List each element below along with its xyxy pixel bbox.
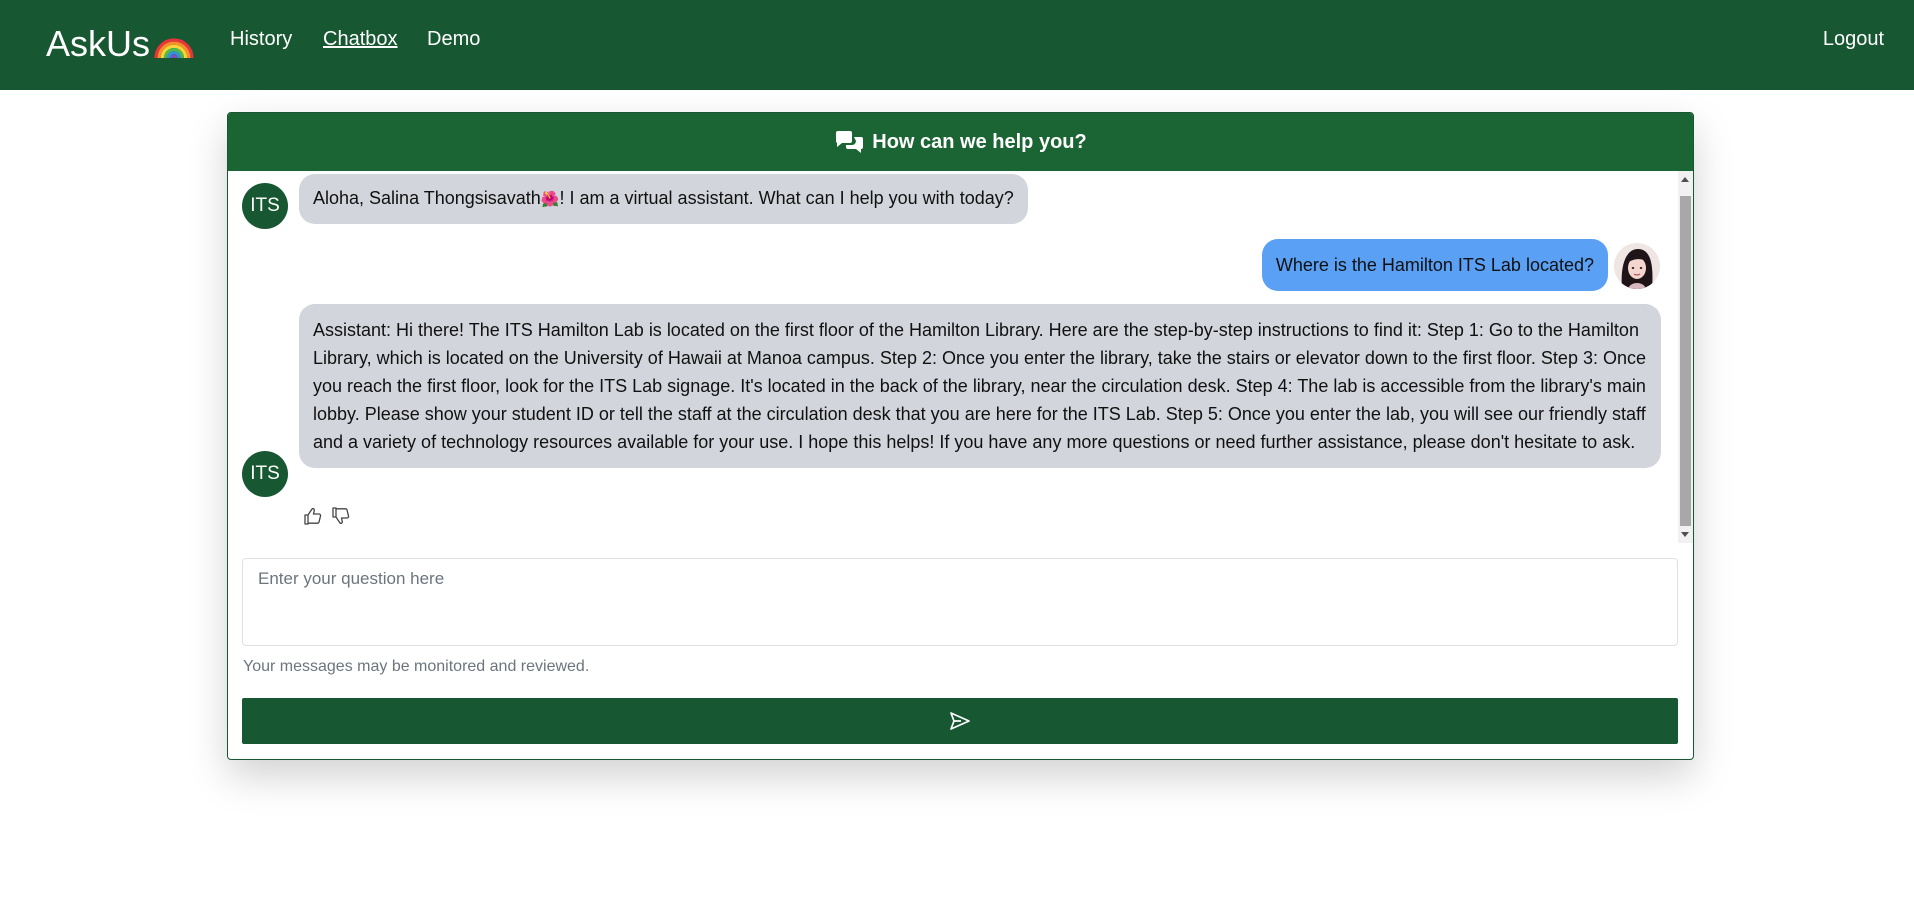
- top-navbar: AskUs History Chatbox Demo Logout: [0, 0, 1914, 90]
- message-text: Assistant: Hi there! The ITS Hamilton La…: [313, 320, 1646, 452]
- send-icon: [950, 712, 970, 730]
- user-avatar: [1614, 243, 1660, 289]
- chat-card: How can we help you? ITS Aloha, Salina T…: [227, 112, 1694, 760]
- message-feedback: [303, 506, 351, 526]
- chat-header: How can we help you?: [228, 113, 1693, 171]
- send-button[interactable]: [242, 698, 1678, 744]
- message-text: Where is the Hamilton ITS Lab located?: [1275, 255, 1594, 275]
- rainbow-icon: [154, 38, 194, 59]
- message-list[interactable]: ITS Aloha, Salina Thongsisavath🌺! I am a…: [228, 171, 1693, 543]
- user-photo-image: [1614, 243, 1660, 289]
- brand-logo[interactable]: AskUs: [46, 20, 194, 68]
- scroll-down-arrow-icon[interactable]: [1681, 532, 1689, 537]
- nav-link-demo[interactable]: Demo: [427, 28, 480, 51]
- chat-header-title: How can we help you?: [872, 130, 1087, 153]
- bot-avatar-label: ITS: [250, 195, 280, 216]
- logout-link[interactable]: Logout: [1823, 28, 1884, 51]
- monitoring-disclaimer: Your messages may be monitored and revie…: [243, 658, 590, 675]
- scrollbar-thumb[interactable]: [1680, 196, 1691, 526]
- bot-avatar: ITS: [242, 451, 288, 497]
- bot-avatar-label: ITS: [250, 463, 280, 484]
- hibiscus-emoji: 🌺: [540, 191, 560, 208]
- thumbs-up-icon[interactable]: [303, 506, 323, 526]
- brand-name: AskUs: [46, 23, 151, 64]
- nav-link-history[interactable]: History: [230, 28, 292, 51]
- bot-avatar: ITS: [242, 183, 288, 229]
- message-text: ! I am a virtual assistant. What can I h…: [559, 188, 1014, 208]
- scroll-up-arrow-icon[interactable]: [1681, 177, 1689, 182]
- message-text: Aloha, Salina Thongsisavath: [313, 188, 541, 208]
- nav-link-chatbox[interactable]: Chatbox: [323, 28, 398, 51]
- chat-scrollbar[interactable]: [1678, 171, 1693, 543]
- question-input[interactable]: [242, 558, 1678, 646]
- user-message: Where is the Hamilton ITS Lab located?: [1261, 239, 1608, 291]
- thumbs-down-icon[interactable]: [331, 506, 351, 526]
- assistant-message: Aloha, Salina Thongsisavath🌺! I am a vir…: [299, 174, 1028, 224]
- assistant-message: Assistant: Hi there! The ITS Hamilton La…: [299, 304, 1661, 468]
- chat-bubbles-icon: [836, 131, 864, 153]
